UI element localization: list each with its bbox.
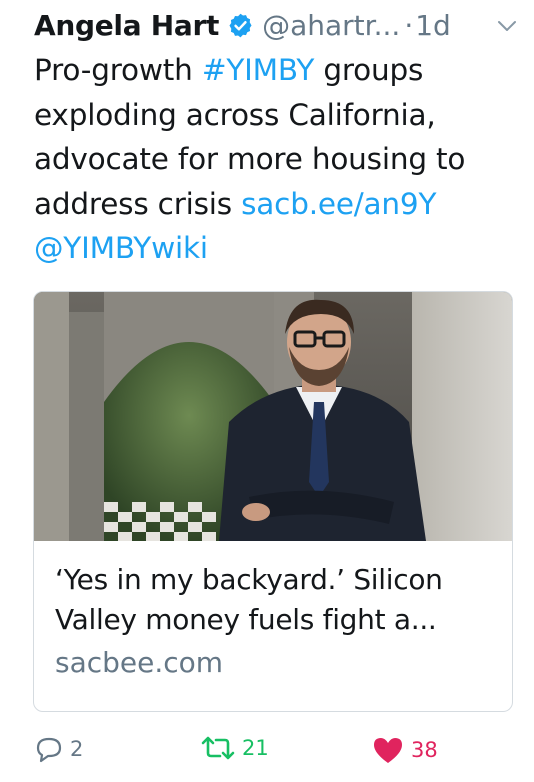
tweet-text: Pro-growth #YIMBY groups exploding acros… (34, 48, 524, 271)
link-card[interactable]: ‘Yes in my backyard.’ Silicon Valley mon… (33, 291, 513, 712)
retweet-count: 21 (242, 736, 269, 760)
like-count: 38 (411, 738, 438, 762)
tweet-timestamp[interactable]: 1d (415, 9, 451, 42)
like-button[interactable]: 38 (371, 735, 438, 765)
retweet-icon (200, 735, 236, 761)
reply-icon (34, 735, 64, 763)
tweet-header: Angela Hart @ahartr... · 1d (34, 4, 518, 46)
author-handle[interactable]: @ahartr... (262, 9, 400, 42)
card-domain[interactable]: sacbee.com (55, 646, 223, 679)
heart-icon (371, 735, 405, 765)
mention-link[interactable]: @YIMBYwiki (34, 231, 208, 265)
article-photo[interactable] (34, 292, 512, 541)
time-separator: · (404, 8, 414, 42)
verified-badge-icon (227, 12, 254, 39)
url-link[interactable]: sacb.ee/an9Y (241, 187, 436, 221)
retweet-button[interactable]: 21 (200, 735, 269, 761)
reply-count: 2 (70, 737, 84, 761)
tweet-actions: 2 21 38 (34, 735, 534, 767)
card-title[interactable]: ‘Yes in my backyard.’ Silicon Valley mon… (55, 560, 495, 640)
chevron-down-icon[interactable] (496, 16, 518, 36)
author-name[interactable]: Angela Hart (34, 9, 219, 42)
reply-button[interactable]: 2 (34, 735, 83, 763)
hashtag-link[interactable]: #YIMBY (202, 53, 315, 87)
text-segment: Pro-growth (34, 53, 202, 87)
